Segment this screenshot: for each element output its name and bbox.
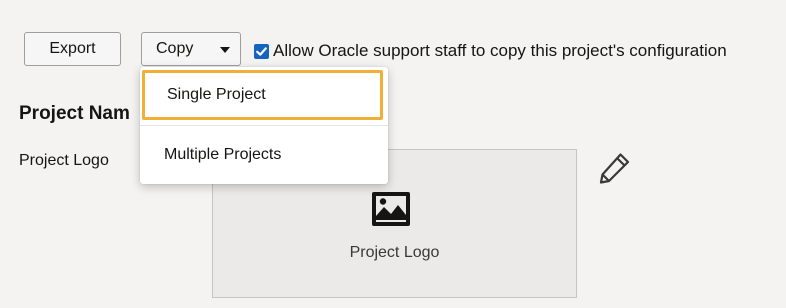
menu-item-single-project[interactable]: Single Project	[142, 70, 383, 120]
allow-support-copy-checkbox[interactable]	[254, 43, 269, 59]
copy-button-label: Copy	[156, 40, 194, 57]
project-logo-label: Project Logo	[19, 152, 109, 169]
image-icon	[372, 192, 410, 226]
project-name-label: Project Nam	[19, 103, 130, 124]
menu-item-label: Multiple Projects	[164, 146, 282, 163]
menu-item-label: Single Project	[167, 86, 266, 103]
allow-support-copy-option[interactable]: Allow Oracle support staff to copy this …	[254, 41, 727, 61]
export-button[interactable]: Export	[24, 32, 121, 66]
export-button-label: Export	[49, 40, 96, 57]
menu-divider	[140, 125, 388, 126]
checkmark-icon	[256, 46, 267, 56]
caret-down-icon	[220, 47, 230, 53]
menu-item-multiple-projects[interactable]: Multiple Projects	[140, 131, 388, 179]
logo-placeholder-text: Project Logo	[349, 244, 440, 261]
copy-dropdown-button[interactable]: Copy	[141, 32, 241, 66]
copy-dropdown-menu: Single Project Multiple Projects	[140, 67, 388, 184]
allow-support-copy-label: Allow Oracle support staff to copy this …	[273, 41, 727, 60]
pencil-icon[interactable]	[598, 152, 632, 184]
